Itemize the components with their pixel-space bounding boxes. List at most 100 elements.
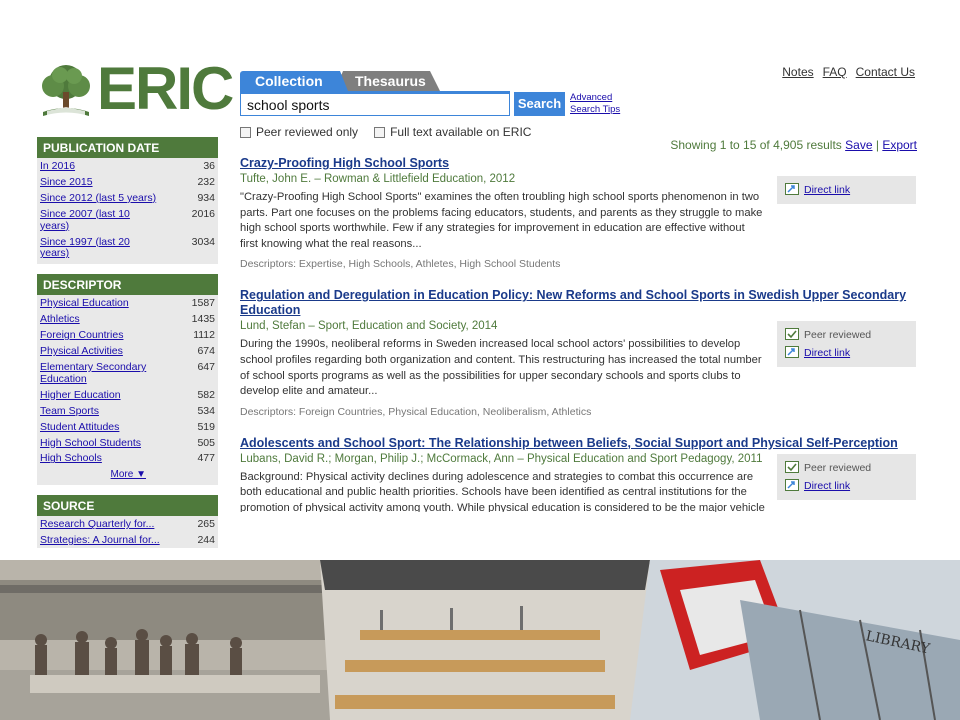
direct-link[interactable]: Direct link [804, 347, 850, 359]
facet-link[interactable]: Strategies: A Journal for... [40, 534, 160, 547]
facet-count: 36 [203, 160, 215, 172]
facet-link[interactable]: Elementary Secondary Education [40, 361, 160, 386]
search-tips-link[interactable]: Search Tips [570, 104, 620, 116]
result-title-link[interactable]: Adolescents and School Sport: The Relati… [240, 436, 898, 450]
facet-link[interactable]: Athletics [40, 313, 80, 326]
save-link[interactable]: Save [845, 138, 872, 152]
facet-item: Since 2012 (last 5 years) 934 [37, 191, 218, 207]
facet-item: Team Sports 534 [37, 404, 218, 420]
facet-count: 1112 [193, 329, 215, 342]
facet-link[interactable]: Physical Education [40, 297, 129, 310]
facet-link[interactable]: Student Attitudes [40, 421, 119, 434]
campus-photo-strip: LIBRARY [0, 560, 960, 720]
facet-descriptor: DESCRIPTOR Physical Education 1587 Athlet… [37, 274, 218, 486]
facet-publication-date: PUBLICATION DATE In 2016 36 Since 2015 232… [37, 137, 218, 265]
facet-count: 265 [197, 518, 215, 531]
facet-count: 647 [197, 360, 215, 373]
notes-link[interactable]: Notes [782, 65, 813, 79]
result-title: Adolescents and School Sport: The Relati… [240, 436, 920, 451]
facet-item: High Schools 477 [37, 451, 218, 467]
result-count-text: Showing 1 to 15 of 4,905 results [670, 138, 842, 152]
result-sidebox: Peer reviewed Direct link [777, 453, 916, 500]
facet-link[interactable]: Higher Education [40, 389, 121, 402]
result-descriptors: Descriptors: Expertise, High Schools, At… [240, 258, 561, 271]
facet-item: Since 2007 (last 10 years) 2016 [37, 207, 218, 235]
facet-link[interactable]: Since 1997 (last 20 years) [40, 236, 160, 261]
facet-count: 3034 [191, 235, 215, 248]
tab-thesaurus[interactable]: Thesaurus [335, 71, 440, 91]
tree-icon [42, 65, 90, 116]
advanced-link[interactable]: Advanced [570, 92, 620, 104]
facet-count: 934 [197, 191, 215, 204]
tab-collection[interactable]: Collection [240, 71, 348, 91]
full-text-filter[interactable]: Full text available on ERIC [374, 125, 531, 139]
result-item: Crazy-Proofing High School Sports Tufte,… [240, 156, 920, 270]
link-icon [785, 183, 799, 195]
facet-title: DESCRIPTOR [37, 274, 218, 296]
search-button[interactable]: Search [514, 92, 565, 116]
export-link[interactable]: Export [882, 138, 917, 152]
facet-item: Athletics 1435 [37, 312, 218, 328]
facet-source: SOURCE Research Quarterly for... 265 Stra… [37, 495, 218, 549]
peer-reviewed-filter[interactable]: Peer reviewed only [240, 125, 358, 139]
facet-count: 674 [197, 345, 215, 358]
facet-count: 232 [197, 175, 215, 188]
facet-count: 1587 [191, 297, 215, 310]
result-item: Regulation and Deregulation in Education… [240, 288, 920, 418]
facet-count: 2016 [191, 207, 215, 220]
facet-link[interactable]: Research Quarterly for... [40, 518, 154, 531]
facet-title: PUBLICATION DATE [37, 137, 218, 158]
facet-item: Physical Activities 674 [37, 344, 218, 360]
facet-count: 1435 [191, 313, 215, 326]
full-text-checkbox[interactable] [374, 126, 386, 138]
facet-title: SOURCE [37, 495, 218, 517]
facet-count: 534 [197, 404, 215, 417]
facet-item: Foreign Countries 1112 [37, 328, 218, 344]
facet-link[interactable]: Foreign Countries [40, 329, 123, 342]
facet-link[interactable]: Since 2007 (last 10 years) [40, 208, 160, 233]
eric-logo[interactable]: ERIC [37, 55, 234, 122]
search-input[interactable] [240, 91, 510, 116]
facet-count: 505 [197, 436, 215, 449]
top-links: Notes FAQ Contact Us [782, 65, 915, 79]
result-title-link[interactable]: Regulation and Deregulation in Education… [240, 288, 906, 317]
facet-item: Since 2015 232 [37, 175, 218, 191]
contact-us-link[interactable]: Contact Us [856, 65, 915, 79]
peer-reviewed-icon [785, 328, 799, 341]
result-count: Showing 1 to 15 of 4,905 results Save | … [670, 138, 917, 152]
direct-link[interactable]: Direct link [804, 480, 850, 492]
eric-wordmark: ERIC [97, 55, 234, 122]
faq-link[interactable]: FAQ [823, 65, 847, 79]
facet-link[interactable]: In 2016 [40, 160, 75, 173]
facet-link[interactable]: High Schools [40, 453, 102, 465]
peer-reviewed-checkbox[interactable] [240, 126, 251, 138]
peer-reviewed-label: Peer reviewed only [256, 125, 359, 139]
facet-more: More ▼ [37, 467, 218, 483]
facet-item: Research Quarterly for... 265 [37, 517, 218, 533]
facet-link[interactable]: Physical Activities [40, 345, 123, 358]
search-help-links: Advanced Search Tips [570, 92, 620, 116]
facet-item: In 2016 36 [37, 159, 218, 175]
facet-link[interactable]: High School Students [40, 437, 141, 450]
result-title-link[interactable]: Crazy-Proofing High School Sports [240, 156, 449, 170]
facet-item: Higher Education 582 [37, 388, 218, 404]
facet-count: 244 [197, 534, 215, 547]
result-sidebox: Direct link [777, 176, 916, 204]
peer-reviewed-text: Peer reviewed [804, 461, 872, 474]
facet-item: High School Students 505 [37, 436, 218, 452]
facet-link[interactable]: Since 2015 [40, 176, 93, 189]
facet-item: Physical Education 1587 [37, 296, 218, 312]
peer-reviewed-icon [785, 460, 799, 473]
facet-count: 519 [197, 420, 215, 433]
search-results: Crazy-Proofing High School Sports Tufte,… [240, 156, 920, 512]
facet-link[interactable]: Team Sports [40, 405, 99, 418]
descriptor-more-link[interactable]: More ▼ [111, 469, 146, 480]
peer-reviewed-text: Peer reviewed [804, 329, 872, 342]
direct-link[interactable]: Direct link [804, 184, 850, 196]
result-sidebox: Peer reviewed Direct link [777, 321, 916, 368]
facet-item: Elementary Secondary Education 647 [37, 360, 218, 388]
facet-item: Strategies: A Journal for... 244 [37, 533, 218, 548]
facet-link[interactable]: Since 2012 (last 5 years) [40, 192, 156, 205]
link-icon [785, 346, 799, 359]
facet-count: 582 [197, 388, 215, 401]
